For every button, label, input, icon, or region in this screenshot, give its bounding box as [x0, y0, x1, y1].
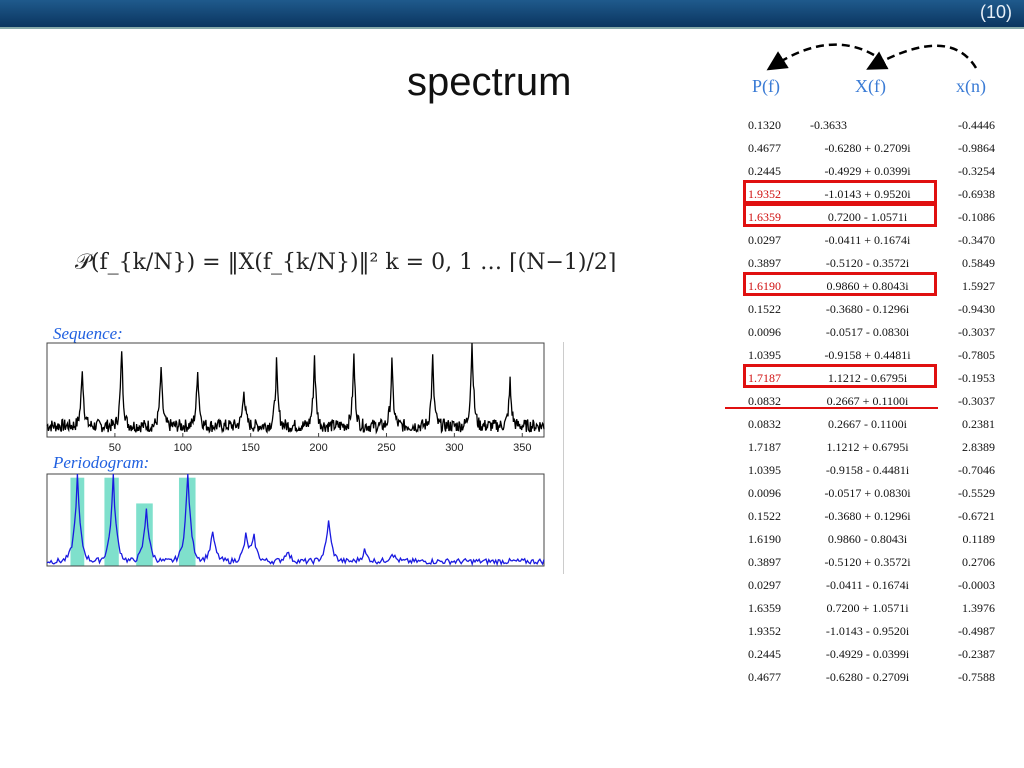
highlight-band [136, 503, 153, 566]
charts: 50 100 150 200 250 300 350 [46, 342, 545, 567]
x-tick-label: 200 [309, 442, 327, 454]
x-tick-label: 50 [109, 442, 121, 454]
highlight-band [70, 477, 85, 566]
series-line-periodogram [46, 473, 545, 567]
x-tick-label: 350 [513, 442, 531, 454]
plot-frame [46, 473, 545, 567]
x-tick-label: 300 [445, 442, 463, 454]
series-line-sequence [46, 342, 545, 435]
x-tick-label: 250 [377, 442, 395, 454]
x-tick-label: 150 [242, 442, 260, 454]
x-tick-label: 100 [174, 442, 192, 454]
highlight-band [104, 477, 119, 566]
